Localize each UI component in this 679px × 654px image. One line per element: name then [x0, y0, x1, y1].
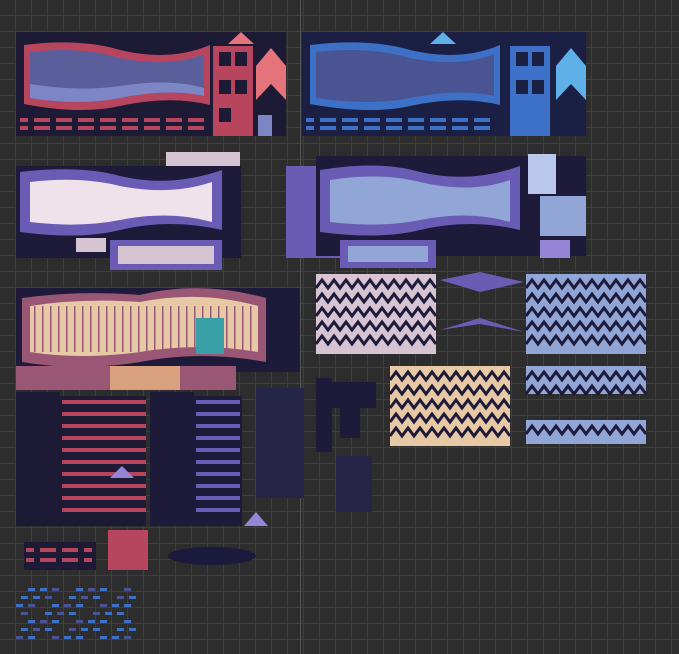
tile-blue-brick-window-frame[interactable]	[302, 32, 586, 136]
tile-wood-zigzag-roof[interactable]	[388, 366, 512, 446]
tilesheet	[16, 32, 648, 639]
tile-red-brick-window-frame[interactable]	[16, 32, 286, 136]
tile-lavender-wavy-window-frame[interactable]	[286, 154, 586, 268]
tile-lavender-zigzag-strip-2[interactable]	[524, 420, 648, 444]
tileset-canvas[interactable]	[0, 0, 679, 654]
tile-faded-brick-texture	[16, 588, 136, 639]
tile-wooden-plank-wall[interactable]	[16, 288, 300, 390]
tile-lavender-zigzag-roof[interactable]	[524, 274, 648, 354]
tile-roof-ridge[interactable]	[440, 272, 524, 332]
tile-lavender-zigzag-strip[interactable]	[524, 366, 648, 397]
tile-small-brick-panel[interactable]	[24, 530, 148, 570]
tile-pink-zigzag-roof[interactable]	[314, 274, 438, 354]
tile-pink-wavy-window-frame[interactable]	[16, 152, 241, 270]
tile-pillar-blocks[interactable]	[256, 378, 376, 512]
tile-brick-ledge-strips[interactable]	[16, 392, 146, 526]
tile-shadow-ellipse	[168, 547, 256, 565]
